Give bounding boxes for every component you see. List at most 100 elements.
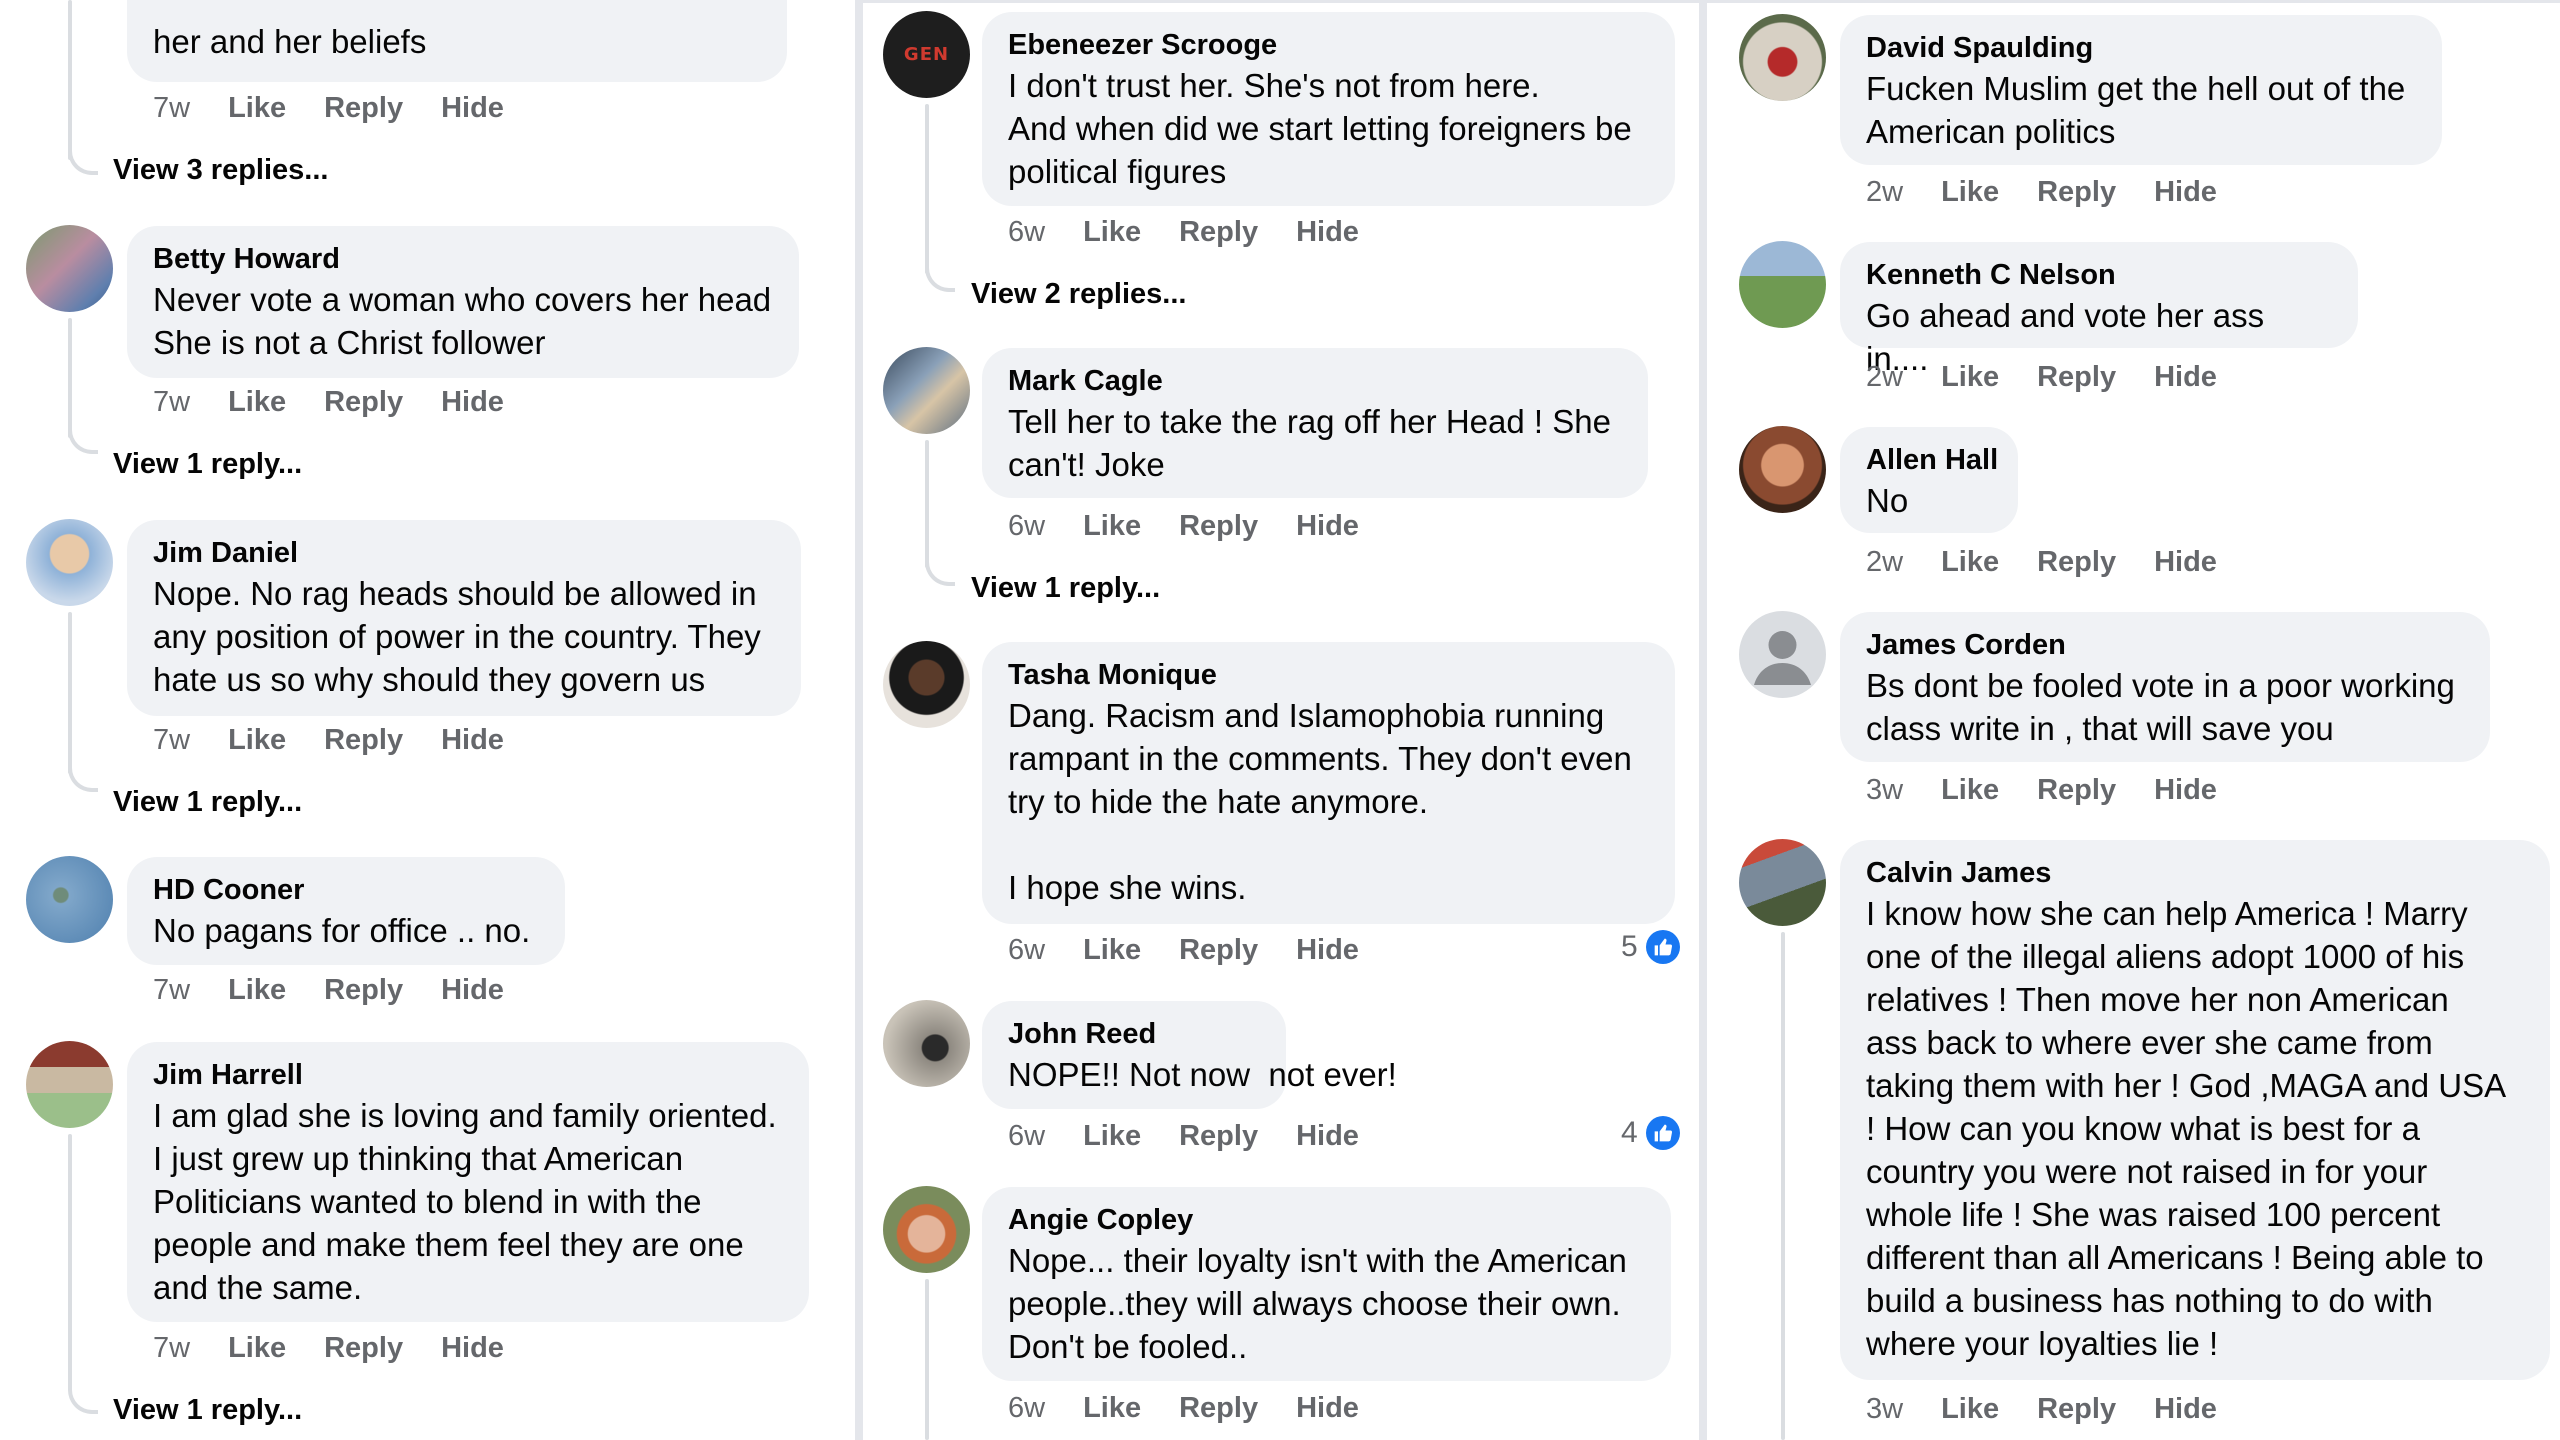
comment-author[interactable]: HD Cooner <box>153 871 539 909</box>
hide-button[interactable]: Hide <box>441 386 504 419</box>
reply-button[interactable]: Reply <box>1179 1392 1258 1425</box>
comment-author[interactable]: Angie Copley <box>1008 1201 1645 1239</box>
comment-text: her and her beliefs <box>153 23 427 60</box>
view-replies-link[interactable]: View 1 reply... <box>113 1394 302 1427</box>
reaction-number: 5 <box>1621 930 1638 963</box>
comment-text: Never vote a woman who covers her head S… <box>153 281 772 361</box>
comment-author[interactable]: Jim Harrell <box>153 1056 783 1094</box>
reply-button[interactable]: Reply <box>1179 216 1258 249</box>
like-button[interactable]: Like <box>1941 176 1999 209</box>
like-button[interactable]: Like <box>1083 1392 1141 1425</box>
like-button[interactable]: Like <box>1941 774 1999 807</box>
comment-actions: 7w Like Reply Hide <box>153 92 504 125</box>
avatar[interactable] <box>883 641 970 728</box>
thumbs-up-icon <box>1645 1116 1680 1150</box>
hide-button[interactable]: Hide <box>2154 774 2217 807</box>
avatar[interactable] <box>1739 241 1826 328</box>
reply-button[interactable]: Reply <box>1179 1120 1258 1153</box>
comment-text: Nope... their loyalty isn't with the Ame… <box>1008 1242 1627 1365</box>
comment-actions: 7w Like Reply Hide <box>153 1332 504 1365</box>
comment-author[interactable]: Mark Cagle <box>1008 362 1622 400</box>
avatar[interactable] <box>883 347 970 434</box>
avatar[interactable] <box>26 856 113 943</box>
view-replies-link[interactable]: View 1 reply... <box>113 448 302 481</box>
comment-age: 2w <box>1866 546 1904 578</box>
avatar[interactable] <box>26 1041 113 1128</box>
reply-button[interactable]: Reply <box>2037 774 2116 807</box>
comment-author[interactable]: Betty Howard <box>153 240 773 278</box>
like-button[interactable]: Like <box>1083 934 1141 967</box>
like-button[interactable]: Like <box>228 724 286 757</box>
avatar[interactable]: GEN <box>883 11 970 98</box>
reaction-count[interactable]: 4 <box>1621 1116 1680 1150</box>
hide-button[interactable]: Hide <box>441 974 504 1007</box>
thread-line <box>925 1279 929 1440</box>
reply-button[interactable]: Reply <box>324 386 403 419</box>
like-button[interactable]: Like <box>1083 510 1141 543</box>
thread-line <box>68 612 72 774</box>
comment-author[interactable]: Kenneth C Nelson <box>1866 256 2332 294</box>
comment-bubble: Mark Cagle Tell her to take the rag off … <box>982 348 1648 498</box>
reply-button[interactable]: Reply <box>2037 176 2116 209</box>
comment-author[interactable]: James Corden <box>1866 626 2464 664</box>
hide-button[interactable]: Hide <box>2154 361 2217 394</box>
hide-button[interactable]: Hide <box>1296 1120 1359 1153</box>
comment-author[interactable]: Tasha Monique <box>1008 656 1649 694</box>
avatar[interactable] <box>883 1000 970 1087</box>
like-button[interactable]: Like <box>228 1332 286 1365</box>
comment-age: 6w <box>1008 510 1046 542</box>
avatar[interactable] <box>1739 839 1826 926</box>
avatar[interactable] <box>26 519 113 606</box>
comment-author[interactable]: Calvin James <box>1866 854 2524 892</box>
thread-line <box>925 104 929 274</box>
comment-author[interactable]: David Spaulding <box>1866 29 2416 67</box>
reply-button[interactable]: Reply <box>1179 934 1258 967</box>
reaction-count[interactable]: 5 <box>1621 930 1680 964</box>
reply-button[interactable]: Reply <box>324 92 403 125</box>
reply-button[interactable]: Reply <box>324 974 403 1007</box>
like-button[interactable]: Like <box>1941 361 1999 394</box>
thread-line <box>68 0 72 160</box>
comment-actions: 6w Like Reply Hide <box>1008 1120 1359 1153</box>
hide-button[interactable]: Hide <box>441 92 504 125</box>
reply-button[interactable]: Reply <box>1179 510 1258 543</box>
like-button[interactable]: Like <box>1083 1120 1141 1153</box>
like-button[interactable]: Like <box>228 92 286 125</box>
like-button[interactable]: Like <box>1941 1393 1999 1426</box>
like-button[interactable]: Like <box>228 974 286 1007</box>
reply-button[interactable]: Reply <box>2037 546 2116 579</box>
comment-bubble: James Corden Bs dont be fooled vote in a… <box>1840 612 2490 762</box>
like-button[interactable]: Like <box>228 386 286 419</box>
hide-button[interactable]: Hide <box>2154 546 2217 579</box>
comment-bubble: HD Cooner No pagans for office .. no. <box>127 857 565 965</box>
view-replies-link[interactable]: View 3 replies... <box>113 154 328 187</box>
avatar[interactable] <box>1739 426 1826 513</box>
comment-author[interactable]: Ebeneezer Scrooge <box>1008 26 1649 64</box>
reply-button[interactable]: Reply <box>324 1332 403 1365</box>
comment-author[interactable]: Allen Hall <box>1866 441 1998 479</box>
comment-author[interactable]: Jim Daniel <box>153 534 775 572</box>
reply-button[interactable]: Reply <box>2037 361 2116 394</box>
comment-actions: 2w Like Reply Hide <box>1866 361 2217 394</box>
like-button[interactable]: Like <box>1083 216 1141 249</box>
avatar[interactable] <box>1739 14 1826 101</box>
hide-button[interactable]: Hide <box>2154 176 2217 209</box>
hide-button[interactable]: Hide <box>1296 216 1359 249</box>
reply-button[interactable]: Reply <box>324 724 403 757</box>
view-replies-link[interactable]: View 2 replies... <box>971 278 1186 311</box>
like-button[interactable]: Like <box>1941 546 1999 579</box>
hide-button[interactable]: Hide <box>441 1332 504 1365</box>
hide-button[interactable]: Hide <box>1296 934 1359 967</box>
avatar[interactable] <box>1739 611 1826 698</box>
avatar[interactable] <box>26 225 113 312</box>
avatar[interactable] <box>883 1186 970 1273</box>
hide-button[interactable]: Hide <box>441 724 504 757</box>
view-replies-link[interactable]: View 1 reply... <box>971 572 1160 605</box>
reply-button[interactable]: Reply <box>2037 1393 2116 1426</box>
reply-connector <box>925 262 955 292</box>
view-replies-link[interactable]: View 1 reply... <box>113 786 302 819</box>
hide-button[interactable]: Hide <box>2154 1393 2217 1426</box>
comment-author[interactable]: John Reed <box>1008 1015 1260 1053</box>
hide-button[interactable]: Hide <box>1296 510 1359 543</box>
hide-button[interactable]: Hide <box>1296 1392 1359 1425</box>
